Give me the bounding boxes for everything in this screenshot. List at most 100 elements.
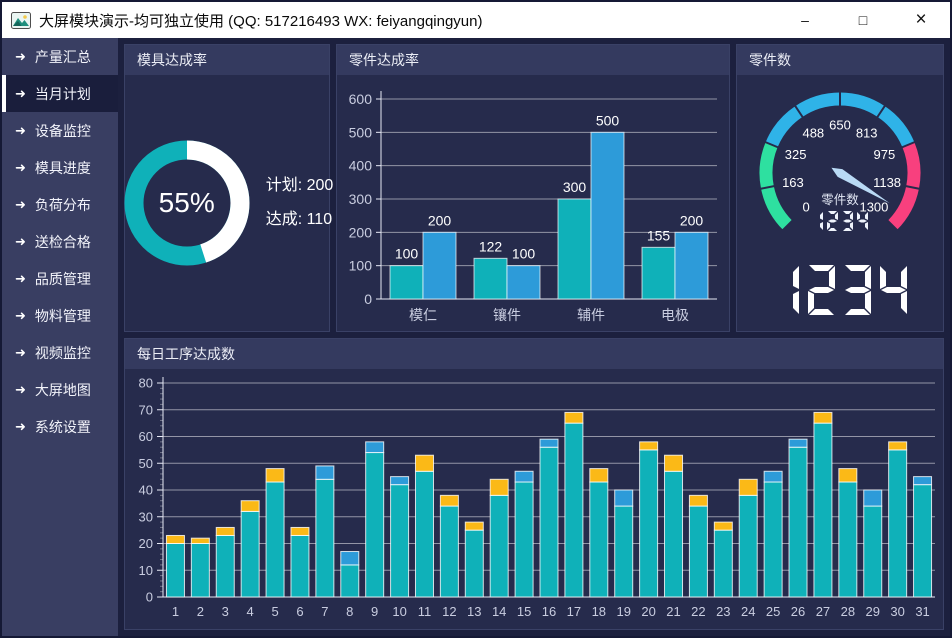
svg-text:模仁: 模仁 bbox=[409, 307, 437, 323]
svg-text:200: 200 bbox=[680, 212, 704, 228]
svg-text:400: 400 bbox=[349, 158, 373, 174]
sidebar-item-material-management[interactable]: ➜物料管理 bbox=[2, 297, 118, 334]
svg-text:12: 12 bbox=[442, 604, 456, 619]
svg-text:163: 163 bbox=[782, 175, 804, 190]
svg-text:100: 100 bbox=[395, 246, 419, 262]
svg-text:3: 3 bbox=[222, 604, 229, 619]
svg-text:122: 122 bbox=[479, 238, 503, 254]
close-button[interactable]: × bbox=[892, 2, 950, 38]
sidebar-item-label: 视频监控 bbox=[35, 343, 91, 363]
window-controls: – □ × bbox=[776, 2, 950, 38]
arrow-icon: ➜ bbox=[15, 419, 26, 435]
sidebar-item-label: 大屏地图 bbox=[35, 380, 91, 400]
svg-text:电极: 电极 bbox=[661, 307, 689, 323]
svg-text:16: 16 bbox=[542, 604, 556, 619]
svg-text:1300: 1300 bbox=[859, 199, 888, 214]
svg-text:27: 27 bbox=[816, 604, 830, 619]
lcd-display bbox=[737, 261, 943, 321]
svg-text:10: 10 bbox=[392, 604, 406, 619]
arrow-icon: ➜ bbox=[15, 123, 26, 139]
svg-text:155: 155 bbox=[647, 227, 671, 243]
svg-text:100: 100 bbox=[512, 246, 536, 262]
svg-text:600: 600 bbox=[349, 91, 373, 107]
parts-gauge-chart: 0 163 325 488 650 813 975 1138 1300零件数 bbox=[737, 75, 943, 261]
svg-text:25: 25 bbox=[766, 604, 780, 619]
parts-bar-chart: 0100200300400500600100200模仁122100镶件30050… bbox=[337, 75, 729, 331]
svg-text:17: 17 bbox=[567, 604, 581, 619]
svg-text:1138: 1138 bbox=[873, 175, 901, 190]
svg-text:813: 813 bbox=[856, 126, 878, 141]
sidebar-item-production-summary[interactable]: ➜ 产量汇总 bbox=[2, 38, 118, 75]
svg-text:1: 1 bbox=[172, 604, 179, 619]
svg-text:200: 200 bbox=[428, 212, 452, 228]
sidebar-item-label: 当月计划 bbox=[35, 84, 91, 104]
svg-text:31: 31 bbox=[915, 604, 929, 619]
svg-text:50: 50 bbox=[139, 456, 153, 471]
svg-text:7: 7 bbox=[321, 604, 328, 619]
panel-header: 零件达成率 bbox=[337, 45, 729, 75]
panel-daily-process: 每日工序达成数 01020304050607080123456789101112… bbox=[124, 338, 944, 630]
panel-title: 模具达成率 bbox=[137, 52, 207, 68]
svg-text:24: 24 bbox=[741, 604, 755, 619]
arrow-icon: ➜ bbox=[15, 345, 26, 361]
window-title: 大屏模块演示-均可独立使用 (QQ: 517216493 WX: feiyang… bbox=[39, 10, 482, 31]
donut-percent-label: 55% bbox=[121, 137, 253, 269]
sidebar-item-inspection-pass[interactable]: ➜ 送检合格 bbox=[2, 223, 118, 260]
mold-donut-chart: 55% bbox=[121, 137, 253, 269]
sidebar-item-label: 送检合格 bbox=[35, 232, 91, 252]
sidebar-item-label: 模具进度 bbox=[35, 158, 91, 178]
svg-text:500: 500 bbox=[349, 124, 373, 140]
svg-text:2: 2 bbox=[197, 604, 204, 619]
svg-text:8: 8 bbox=[346, 604, 353, 619]
app-window: 大屏模块演示-均可独立使用 (QQ: 517216493 WX: feiyang… bbox=[0, 0, 952, 638]
svg-text:975: 975 bbox=[873, 147, 895, 162]
svg-text:60: 60 bbox=[139, 429, 153, 444]
svg-text:30: 30 bbox=[890, 604, 904, 619]
svg-text:4: 4 bbox=[247, 604, 254, 619]
svg-text:300: 300 bbox=[349, 191, 373, 207]
svg-text:镶件: 镶件 bbox=[493, 307, 521, 323]
svg-text:0: 0 bbox=[802, 199, 809, 214]
title-bar: 大屏模块演示-均可独立使用 (QQ: 517216493 WX: feiyang… bbox=[2, 2, 950, 38]
svg-text:6: 6 bbox=[296, 604, 303, 619]
arrow-icon: ➜ bbox=[15, 234, 26, 250]
maximize-button[interactable]: □ bbox=[834, 2, 892, 38]
panel-header: 模具达成率 bbox=[125, 45, 329, 75]
panel-title: 零件数 bbox=[749, 52, 791, 68]
panel-parts-count: 零件数 016332548865081397511381300零件数 bbox=[736, 44, 944, 332]
minimize-button[interactable]: – bbox=[776, 2, 834, 38]
sidebar-item-system-settings[interactable]: ➜系统设置 bbox=[2, 408, 118, 445]
svg-text:21: 21 bbox=[666, 604, 680, 619]
svg-text:0: 0 bbox=[146, 590, 153, 605]
sidebar-item-mold-progress[interactable]: ➜模具进度 bbox=[2, 149, 118, 186]
sidebar-item-bigscreen-map[interactable]: ➜ 大屏地图 bbox=[2, 371, 118, 408]
sidebar-item-load-distribution[interactable]: ➜负荷分布 bbox=[2, 186, 118, 223]
svg-text:0: 0 bbox=[364, 291, 372, 307]
svg-text:零件数: 零件数 bbox=[821, 192, 859, 207]
sidebar-item-video-monitor[interactable]: ➜ 视频监控 bbox=[2, 334, 118, 371]
sidebar-item-label: 产量汇总 bbox=[35, 47, 91, 67]
svg-text:23: 23 bbox=[716, 604, 730, 619]
svg-text:30: 30 bbox=[139, 509, 153, 524]
svg-text:29: 29 bbox=[866, 604, 880, 619]
arrow-icon: ➜ bbox=[15, 308, 26, 324]
sidebar-item-quality-management[interactable]: ➜品质管理 bbox=[2, 260, 118, 297]
svg-text:650: 650 bbox=[829, 118, 851, 133]
dashboard-main: 模具达成率 55% 计划: 200 达成: 110 零件达成率 bbox=[118, 38, 950, 636]
sidebar: ➜产量汇总 ➜当月计划 ➜设备监控 ➜模具进度 ➜负荷分布 ➜送检合格 ➜品质管… bbox=[2, 38, 118, 636]
sidebar-item-monthly-plan[interactable]: ➜当月计划 bbox=[2, 75, 118, 112]
svg-text:325: 325 bbox=[785, 147, 807, 162]
svg-text:14: 14 bbox=[492, 604, 506, 619]
sidebar-item-label: 设备监控 bbox=[35, 121, 91, 141]
svg-text:488: 488 bbox=[802, 126, 824, 141]
svg-text:20: 20 bbox=[641, 604, 655, 619]
panel-header: 每日工序达成数 bbox=[125, 339, 943, 369]
svg-text:26: 26 bbox=[791, 604, 805, 619]
arrow-icon: ➜ bbox=[15, 49, 26, 65]
sidebar-item-device-monitor[interactable]: ➜ 设备监控 bbox=[2, 112, 118, 149]
arrow-icon: ➜ bbox=[15, 382, 26, 398]
svg-text:15: 15 bbox=[517, 604, 531, 619]
svg-text:28: 28 bbox=[841, 604, 855, 619]
svg-text:80: 80 bbox=[139, 376, 153, 391]
done-label: 达成: 110 bbox=[266, 203, 334, 237]
